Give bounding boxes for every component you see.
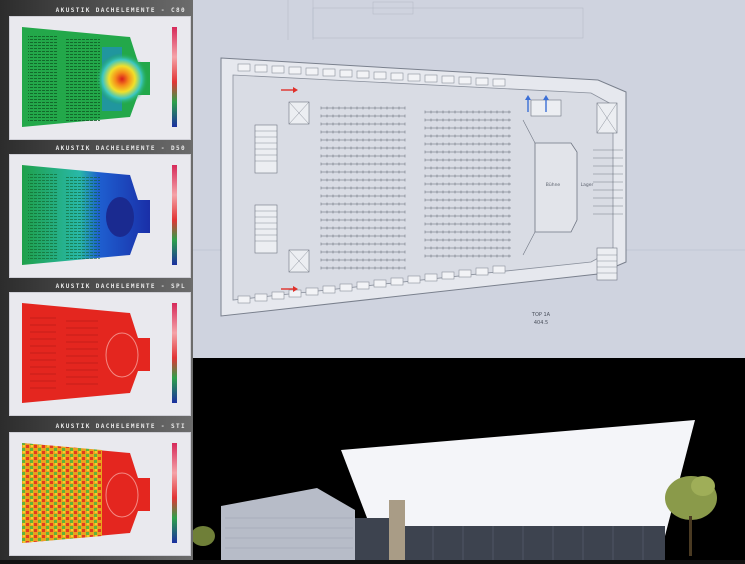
spl-heatmap	[22, 303, 177, 403]
panel-title: AKUSTIK DACHELEMENTE - D50	[55, 145, 186, 152]
side-room-label: Lager	[581, 182, 594, 188]
panel-title: AKUSTIK DACHELEMENTE - STI	[55, 423, 186, 430]
acoustic-map-panel-d50: AKUSTIK DACHELEMENTE - D50	[9, 145, 191, 278]
tree-left	[191, 526, 215, 546]
plan-caption-line2: 404.5	[534, 320, 548, 326]
sti-heatmap	[22, 443, 177, 543]
stage-label: Bühne	[546, 182, 561, 188]
acoustic-maps-column: AKUSTIK DACHELEMENTE - C80 AKUSTIK DACHE…	[0, 0, 193, 560]
acoustic-map-panel-spl: AKUSTIK DACHELEMENTE - SPL	[9, 283, 191, 416]
elevation-svg	[191, 420, 717, 560]
acoustic-map-panel-c80: AKUSTIK DACHELEMENTE - C80	[9, 7, 191, 140]
glass-lobby	[405, 526, 665, 560]
panel-title: AKUSTIK DACHELEMENTE - C80	[55, 7, 186, 14]
c80-heatmap	[22, 27, 177, 127]
d50-heatmap	[22, 165, 177, 265]
tree-right	[665, 476, 717, 556]
plan-caption-line1: TOP 1A	[531, 312, 551, 318]
building-elevation-render	[191, 358, 745, 560]
acoustic-map-panel-sti: AKUSTIK DACHELEMENTE - STI	[9, 423, 191, 556]
panel-title: AKUSTIK DACHELEMENTE - SPL	[55, 283, 186, 290]
floor-plan-drawing: Bühne Lager TOP 1A 404.5	[193, 0, 745, 358]
metal-clad-volume	[221, 488, 355, 560]
stone-pillar	[389, 500, 405, 560]
floor-plan-svg: Bühne Lager TOP 1A 404.5	[193, 0, 745, 326]
